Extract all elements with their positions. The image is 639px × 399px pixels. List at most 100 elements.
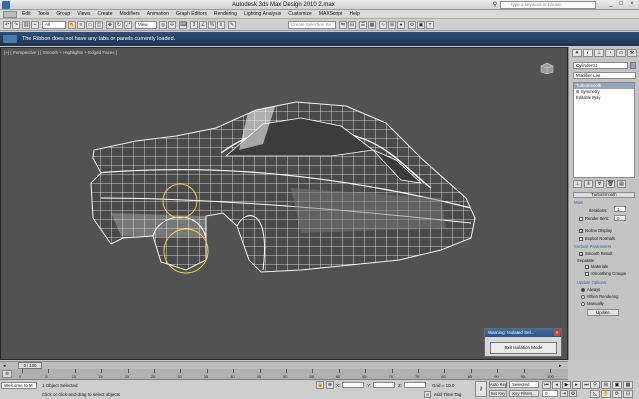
edit-named-selection-icon[interactable]: ✎: [228, 21, 236, 29]
render-production-icon[interactable]: ☕: [426, 21, 434, 29]
previous-frame-icon[interactable]: ◂: [552, 381, 561, 389]
dialog-title[interactable]: Warning: Isolated Sel...: [485, 329, 561, 337]
modifier-stack[interactable]: TurboSmooth ⊞ Symmetry Editable Poly: [573, 82, 635, 178]
menu-animation[interactable]: Animation: [147, 10, 169, 19]
field-of-view-icon[interactable]: ◺: [590, 390, 600, 398]
app-logo-icon[interactable]: [2, 1, 10, 9]
set-key-button[interactable]: Set Key: [489, 390, 507, 397]
smoothing-groups-checkbox[interactable]: [585, 271, 589, 276]
time-tag-icon[interactable]: ◷: [424, 391, 431, 398]
configure-sets-icon[interactable]: ▤: [617, 180, 626, 188]
key-filters-button[interactable]: Key Filters...: [509, 390, 539, 397]
menu-maxscript[interactable]: MAXScript: [319, 10, 343, 19]
z-coordinate-field[interactable]: [404, 382, 426, 388]
menu-lighting-analysis[interactable]: Lighting Analysis: [244, 10, 281, 19]
scale-icon[interactable]: ⤢: [124, 21, 132, 29]
time-slider-thumb[interactable]: 0 / 100: [18, 362, 42, 369]
menu-edit[interactable]: Edit: [22, 10, 31, 19]
time-slider[interactable]: 0 / 100 ◂ ▸: [0, 361, 568, 369]
always-radio[interactable]: [581, 287, 585, 292]
menu-views[interactable]: Views: [77, 10, 90, 19]
keyboard-shortcut-icon[interactable]: ⌨: [179, 21, 187, 29]
undo-icon[interactable]: ↶: [3, 21, 11, 29]
spinner-snap-icon[interactable]: ⇕: [217, 21, 225, 29]
viewcube-icon[interactable]: [539, 62, 555, 74]
select-by-name-icon[interactable]: ≡: [77, 21, 85, 29]
selection-filter-dropdown[interactable]: All: [42, 21, 66, 29]
utilities-tab-icon[interactable]: ⚒: [627, 49, 637, 57]
remove-modifier-icon[interactable]: 🗑: [606, 180, 615, 188]
search-input[interactable]: Type a keyword or phrase: [500, 1, 596, 9]
zoom-icon[interactable]: ⚲: [590, 381, 600, 389]
rotate-icon[interactable]: ↻: [115, 21, 123, 29]
create-tab-icon[interactable]: ✦: [572, 49, 582, 57]
close-button[interactable]: ×: [628, 1, 636, 9]
go-to-start-icon[interactable]: ⏮: [542, 381, 551, 389]
exit-isolation-mode-button[interactable]: Exit Isolation Mode: [490, 342, 557, 354]
menu-customize[interactable]: Customize: [288, 10, 312, 19]
auto-key-button[interactable]: Auto Key: [489, 381, 507, 388]
angle-snap-icon[interactable]: ∠: [199, 21, 207, 29]
turbosmooth-rollout-header[interactable]: TurboSmooth: [573, 192, 635, 198]
menu-modifiers[interactable]: Modifiers: [119, 10, 139, 19]
perspective-viewport[interactable]: [+] [ Perspective ] [ Smooth + Highlight…: [0, 47, 568, 360]
absolute-mode-icon[interactable]: ⊕: [326, 381, 334, 389]
render-iters-spinner[interactable]: 0: [614, 215, 626, 221]
display-tab-icon[interactable]: ▭: [616, 49, 626, 57]
layer-manager-icon[interactable]: ☰: [359, 21, 367, 29]
schematic-view-icon[interactable]: ⊞: [388, 21, 396, 29]
iterations-spinner[interactable]: 1: [614, 206, 626, 212]
zoom-extents-icon[interactable]: ▣: [612, 381, 622, 389]
render-iters-checkbox[interactable]: [579, 216, 583, 221]
select-object-icon[interactable]: ↖: [68, 21, 76, 29]
search-icon[interactable]: ⚲: [491, 1, 499, 9]
explicit-normals-checkbox[interactable]: [579, 236, 583, 241]
material-editor-icon[interactable]: ●: [397, 21, 405, 29]
menu-help[interactable]: Help: [349, 10, 359, 19]
modifier-list-dropdown[interactable]: Modifier List: [573, 72, 636, 79]
set-key-icon[interactable]: ⚷: [475, 381, 487, 397]
hierarchy-tab-icon[interactable]: ⊥: [594, 49, 604, 57]
add-time-tag-button[interactable]: Add Time Tag: [434, 392, 461, 397]
rendered-frame-icon[interactable]: ▣: [417, 21, 425, 29]
percent-snap-icon[interactable]: %: [208, 21, 216, 29]
when-rendering-radio[interactable]: [581, 294, 585, 299]
mirror-icon[interactable]: ⇋: [339, 21, 347, 29]
graphite-tools-icon[interactable]: ▦: [368, 21, 376, 29]
render-setup-icon[interactable]: ⚙: [408, 21, 416, 29]
y-coordinate-field[interactable]: [373, 382, 395, 388]
next-frame-button-icon[interactable]: ▸: [572, 381, 581, 389]
manually-radio[interactable]: [581, 301, 585, 306]
named-selection-set-input[interactable]: Create Selection Se: [288, 21, 336, 29]
menu-rendering[interactable]: Rendering: [214, 10, 237, 19]
smooth-result-checkbox[interactable]: ✓: [579, 251, 583, 256]
maximize-viewport-icon[interactable]: ⊡: [623, 390, 633, 398]
track-bar[interactable]: ⊞ 0 5 10 15 20 25 30 35 40 45 50 55 60 65 70 75 80 85 90 95…: [0, 369, 568, 380]
pan-view-icon[interactable]: ✋: [601, 390, 611, 398]
motion-tab-icon[interactable]: ◔: [605, 49, 615, 57]
pin-stack-icon[interactable]: ⊥: [573, 180, 582, 188]
unlink-icon[interactable]: ⌁: [31, 21, 39, 29]
link-icon[interactable]: ⛓: [22, 21, 30, 29]
key-mode-toggle-icon[interactable]: ⇥: [560, 390, 568, 397]
key-mode-dropdown[interactable]: Selected: [509, 381, 539, 388]
align-icon[interactable]: ⊟: [348, 21, 356, 29]
curve-editor-icon[interactable]: ∿: [379, 21, 387, 29]
play-icon[interactable]: ▶: [562, 381, 571, 389]
menu-tools[interactable]: Tools: [38, 10, 50, 19]
dialog-close-button[interactable]: ×: [554, 330, 560, 336]
redo-icon[interactable]: ↷: [12, 21, 20, 29]
time-configuration-icon[interactable]: ⚙: [569, 390, 577, 397]
window-crossing-icon[interactable]: ◫: [95, 21, 103, 29]
object-color-swatch[interactable]: [630, 62, 636, 69]
object-name-field[interactable]: Cylinder01: [573, 62, 628, 69]
zoom-all-icon[interactable]: ⊞: [601, 381, 611, 389]
ribbon-toggle-icon[interactable]: [3, 35, 17, 43]
move-icon[interactable]: ✥: [106, 21, 114, 29]
stack-item-editable-poly[interactable]: Editable Poly: [574, 95, 634, 101]
isoline-checkbox[interactable]: ✓: [579, 228, 583, 233]
quick-access-icon[interactable]: [3, 11, 17, 18]
menu-create[interactable]: Create: [97, 10, 112, 19]
modify-tab-icon[interactable]: ◐: [583, 49, 593, 57]
x-coordinate-field[interactable]: [342, 382, 364, 388]
